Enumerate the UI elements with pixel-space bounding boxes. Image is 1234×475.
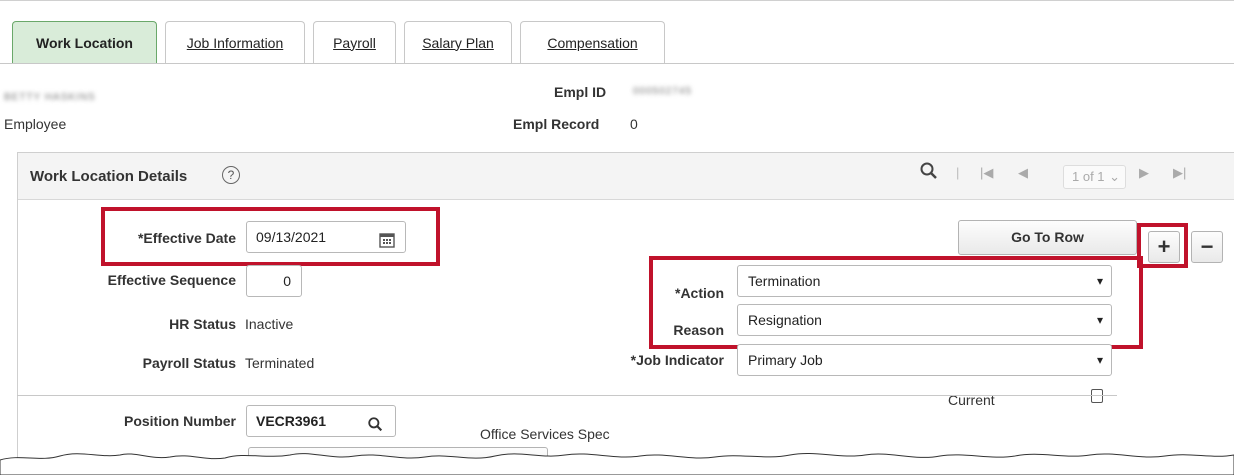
tab-compensation[interactable]: Compensation (520, 21, 665, 63)
delete-row-button[interactable]: − (1191, 231, 1223, 263)
panel-title: Work Location Details (30, 168, 188, 185)
effective-date-highlight (101, 207, 440, 266)
hr-status-value: Inactive (245, 316, 294, 332)
empl-record-value: 0 (630, 116, 638, 132)
help-icon[interactable]: ? (222, 166, 240, 184)
payroll-status-value: Terminated (245, 355, 315, 371)
row-pager-select[interactable]: 1 of 1 ⌄ (1063, 165, 1126, 189)
lookup-search-icon[interactable] (368, 412, 383, 442)
tab-salary-plan[interactable]: Salary Plan (404, 21, 512, 63)
current-checkbox[interactable] (1091, 389, 1103, 403)
top-border (0, 0, 1234, 1)
tab-work-location[interactable]: Work Location (12, 21, 157, 63)
add-row-highlight (1137, 223, 1188, 268)
action-reason-highlight (649, 256, 1143, 349)
torn-edge-decoration (0, 452, 1234, 475)
job-indicator-label: *Job Indicator (630, 352, 724, 368)
tab-underline (0, 63, 1234, 64)
previous-row-icon[interactable]: ◀ (1018, 165, 1028, 181)
effective-sequence-label: Effective Sequence (107, 272, 236, 288)
separator-icon: | (956, 165, 960, 180)
tab-payroll[interactable]: Payroll (313, 21, 396, 63)
search-icon[interactable] (920, 162, 938, 183)
job-indicator-select[interactable]: Primary Job ▾ (737, 344, 1112, 376)
empl-id-value: 000502745 (633, 86, 693, 97)
employee-type: Employee (4, 116, 67, 132)
next-row-icon[interactable]: ▶ (1139, 165, 1149, 181)
pager-text: 1 of 1 (1072, 169, 1105, 184)
tab-job-information[interactable]: Job Information (165, 21, 305, 63)
empl-record-label: Empl Record (513, 116, 600, 132)
position-number-input[interactable]: VECR3961 (246, 405, 396, 437)
last-row-icon[interactable]: ▶| (1173, 165, 1186, 181)
chevron-down-icon: ▾ (1096, 353, 1103, 367)
position-number-label: Position Number (123, 413, 236, 429)
effective-sequence-input[interactable]: 0 (246, 265, 302, 297)
position-number-value: VECR3961 (256, 413, 327, 429)
first-row-icon[interactable]: |◀ (980, 165, 993, 181)
employee-name: BETTY HASKINS (4, 92, 96, 103)
hr-status-label: HR Status (169, 316, 236, 332)
panel-header: Work Location Details ? | |◀ ◀ 1 of 1 ⌄ … (18, 153, 1234, 200)
section-divider (17, 395, 1117, 396)
job-indicator-value: Primary Job (748, 352, 823, 368)
payroll-status-label: Payroll Status (142, 355, 236, 371)
tab-bar: Work Location Job Information Payroll Sa… (12, 21, 673, 63)
go-to-row-button[interactable]: Go To Row (958, 220, 1137, 255)
empl-id-label: Empl ID (554, 84, 607, 100)
chevron-down-icon: ⌄ (1109, 169, 1120, 184)
